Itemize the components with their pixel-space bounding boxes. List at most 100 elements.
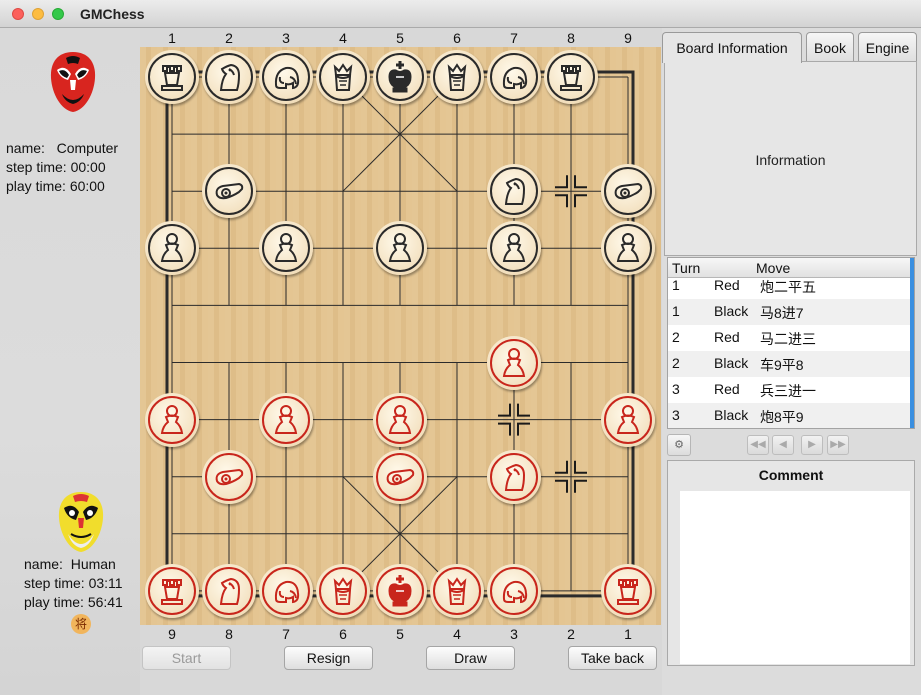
file-number-top: 4 (339, 30, 347, 46)
move-list-table[interactable]: Turn Move 1 Red 炮二平五 1 Black 马8进7 2 Red 马二进三 2 Bla… (667, 257, 915, 429)
move-row[interactable]: 3 Red 兵三进一 (668, 377, 912, 403)
red-cannon-piece[interactable] (373, 449, 427, 504)
red-king-piece[interactable] (373, 563, 427, 618)
black-pawn-piece[interactable] (487, 221, 541, 276)
name-label: name: (6, 140, 45, 156)
black-advisor-piece[interactable] (430, 50, 484, 104)
red-elephant-piece[interactable] (487, 563, 541, 618)
black-horse-piece[interactable] (202, 50, 256, 104)
turn-cell: 1 (672, 303, 680, 319)
file-number-top: 3 (282, 30, 290, 46)
player-step-time: 03:11 (88, 575, 123, 591)
pawn-icon (160, 233, 184, 263)
comment-textarea[interactable] (680, 491, 910, 664)
red-rook-piece[interactable] (145, 563, 199, 618)
turn-cell: 3 (672, 407, 680, 423)
red-advisor-piece[interactable] (316, 563, 370, 618)
king-icon (388, 61, 412, 93)
move-row[interactable]: 1 Red 炮二平五 (668, 273, 912, 299)
red-elephant-piece[interactable] (259, 563, 313, 618)
red-pawn-piece[interactable] (373, 392, 427, 447)
comment-panel: Comment (667, 460, 915, 666)
file-number-top: 5 (396, 30, 404, 46)
turn-cell: 2 (672, 329, 680, 345)
red-pawn-piece[interactable] (259, 392, 313, 447)
player-name: Human (70, 556, 116, 572)
red-pawn-piece[interactable] (145, 392, 199, 447)
black-cannon-piece[interactable] (601, 164, 655, 219)
file-number-bottom: 1 (624, 626, 632, 642)
file-number-top: 8 (567, 30, 575, 46)
move-list-scrollbar[interactable] (910, 258, 914, 428)
next-move-icon[interactable]: ▶ (801, 435, 823, 455)
black-king-piece[interactable] (373, 50, 427, 104)
flip-board-icon[interactable]: ⚙ (667, 434, 691, 456)
opponent-play-time: 60:00 (69, 178, 105, 194)
red-rook-piece[interactable] (601, 563, 655, 618)
tab-board-information[interactable]: Board Information (662, 32, 802, 63)
player-opera-mask-avatar (58, 492, 104, 552)
take-back-button[interactable]: Take back (568, 646, 657, 670)
zoom-window-button[interactable] (52, 8, 64, 20)
king-icon (388, 574, 412, 607)
pawn-icon (160, 404, 184, 434)
black-advisor-piece[interactable] (316, 50, 370, 104)
black-rook-piece[interactable] (145, 50, 199, 104)
advisor-icon (447, 63, 467, 91)
black-rook-piece[interactable] (544, 50, 598, 104)
pawn-icon (388, 404, 412, 434)
close-window-button[interactable] (12, 8, 24, 20)
move-navigation-bar: ⚙ ◀◀ ◀ ▶ ▶▶ (667, 432, 915, 458)
information-label: Information (755, 152, 826, 168)
cannon-icon (215, 468, 244, 485)
play-time-label: play time: (24, 594, 84, 610)
move-row[interactable]: 2 Black 车9平8 (668, 351, 912, 377)
file-number-top: 2 (225, 30, 233, 46)
title-bar: GMChess (0, 0, 921, 28)
red-horse-piece[interactable] (202, 563, 256, 618)
red-advisor-piece[interactable] (430, 563, 484, 618)
name-label: name: (24, 556, 63, 572)
cannon-icon (386, 468, 415, 485)
black-cannon-piece[interactable] (202, 164, 256, 219)
move-row[interactable]: 1 Black 马8进7 (668, 299, 912, 325)
pawn-icon (616, 233, 640, 263)
first-move-icon[interactable]: ◀◀ (747, 435, 769, 455)
red-pawn-piece[interactable] (487, 335, 541, 390)
black-pawn-piece[interactable] (145, 221, 199, 276)
black-pawn-piece[interactable] (373, 221, 427, 276)
pawn-icon (502, 347, 526, 377)
prev-move-icon[interactable]: ◀ (772, 435, 794, 455)
black-elephant-piece[interactable] (259, 50, 313, 104)
black-horse-piece[interactable] (487, 164, 541, 219)
last-move-icon[interactable]: ▶▶ (827, 435, 849, 455)
tab-engine[interactable]: Engine (858, 32, 917, 62)
turn-indicator-badge: 将 (71, 614, 91, 634)
tab-book[interactable]: Book (806, 32, 854, 62)
red-pawn-piece[interactable] (601, 392, 655, 447)
elephant-icon (502, 580, 528, 604)
draw-button[interactable]: Draw (426, 646, 515, 670)
cannon-icon (614, 183, 643, 200)
turn-cell: 2 (672, 355, 680, 371)
horse-icon (219, 577, 241, 605)
window-title: GMChess (80, 6, 145, 22)
minimize-window-button[interactable] (32, 8, 44, 20)
file-number-bottom: 7 (282, 626, 290, 642)
move-row[interactable]: 2 Red 马二进三 (668, 325, 912, 351)
move-cell: 马8进7 (760, 305, 804, 321)
black-elephant-piece[interactable] (487, 50, 541, 104)
red-cannon-piece[interactable] (202, 449, 256, 504)
horse-icon (219, 63, 241, 91)
red-horse-piece[interactable] (487, 449, 541, 504)
black-pawn-piece[interactable] (259, 221, 313, 276)
start-button[interactable]: Start (142, 646, 231, 670)
pawn-icon (274, 404, 298, 434)
file-number-top: 9 (624, 30, 632, 46)
black-pawn-piece[interactable] (601, 221, 655, 276)
resign-button[interactable]: Resign (284, 646, 373, 670)
move-row[interactable]: 3 Black 炮8平9 (668, 403, 912, 428)
xiangqi-board[interactable] (140, 47, 661, 625)
file-number-bottom: 6 (339, 626, 347, 642)
horse-icon (504, 463, 526, 491)
